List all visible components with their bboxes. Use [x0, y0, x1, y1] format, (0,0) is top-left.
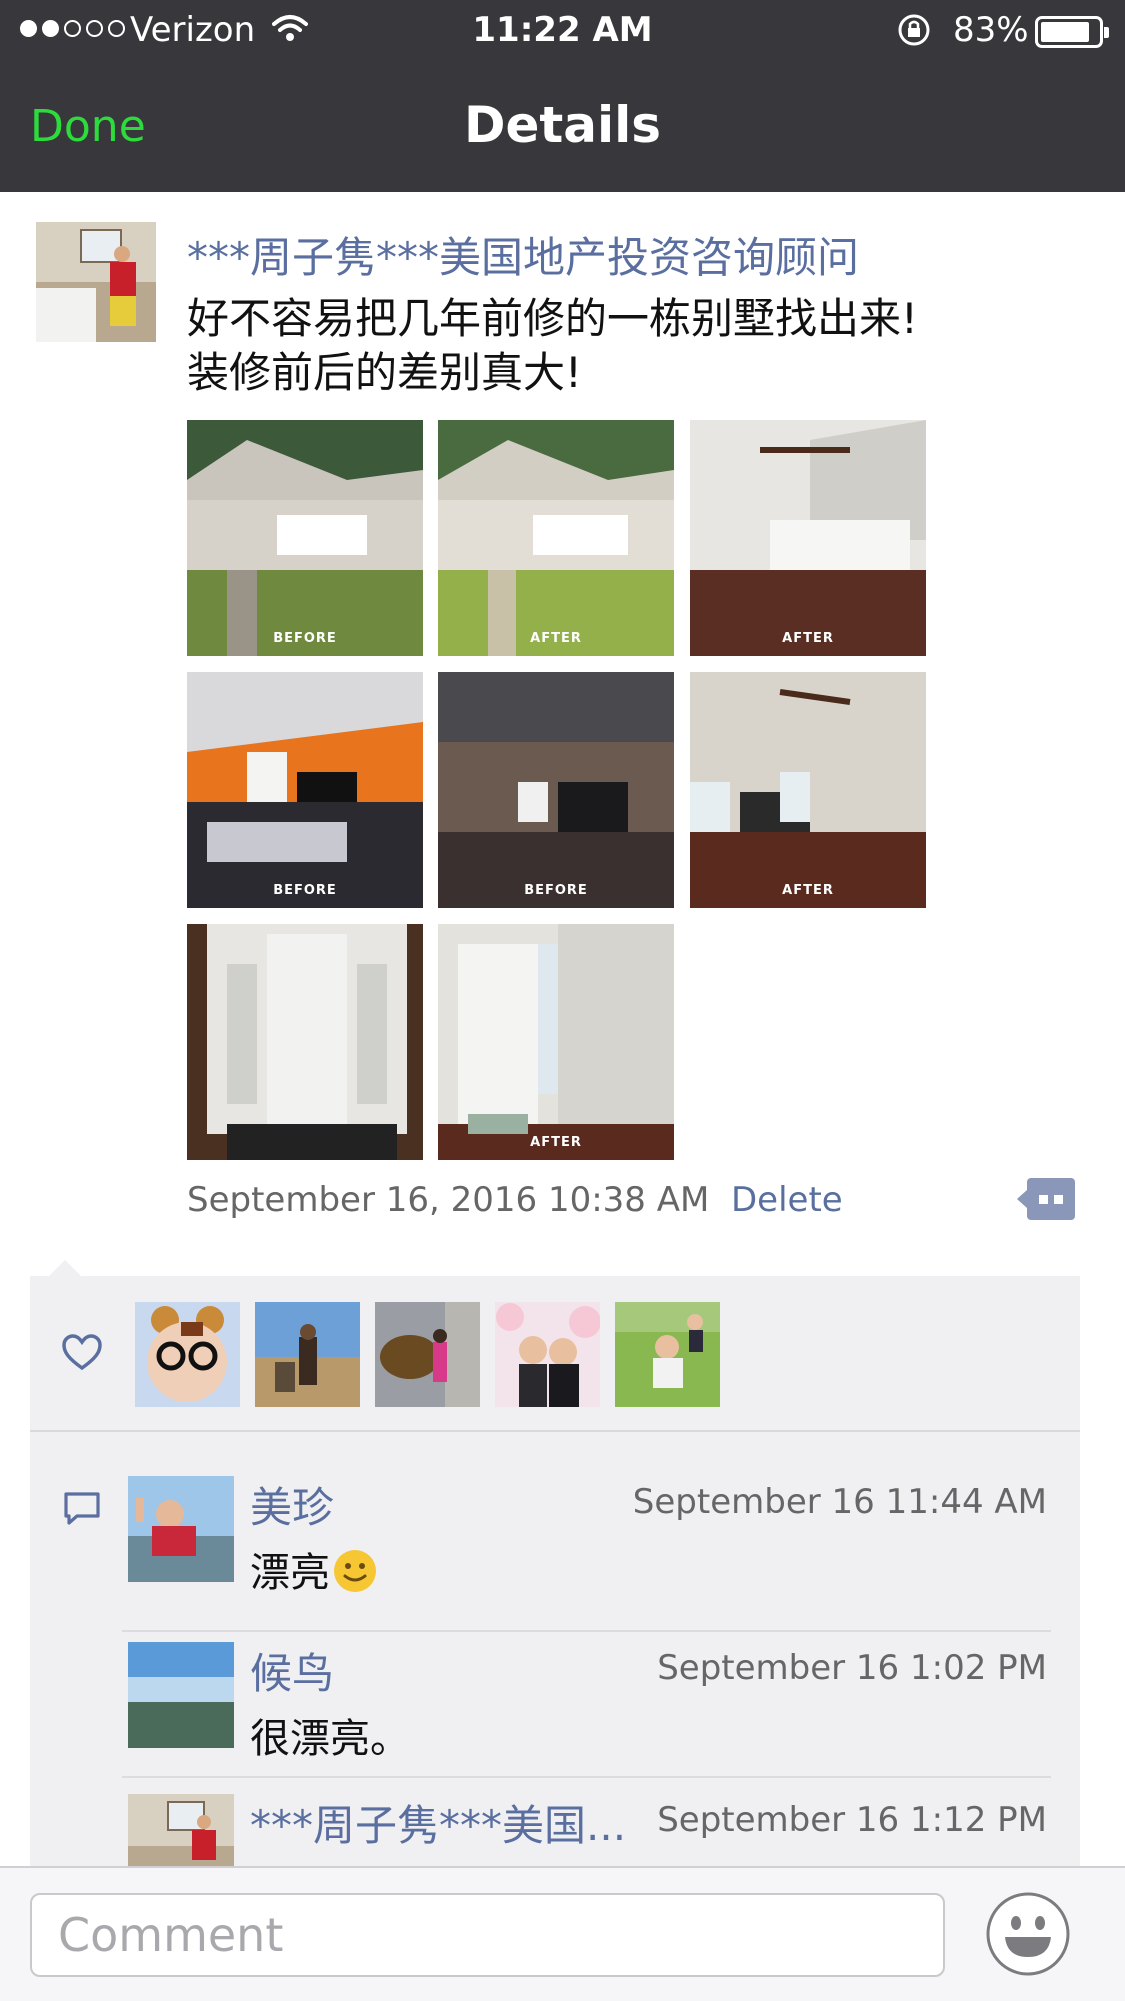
photo-thumbnail[interactable]: AFTER — [690, 420, 926, 656]
comment-text: 漂亮 — [250, 1540, 376, 1598]
comment-options-icon[interactable] — [1017, 1178, 1075, 1220]
commenter-name[interactable]: 候鸟 — [250, 1640, 334, 1701]
comment-text-content: 漂亮 — [250, 1550, 330, 1596]
post-author-name[interactable]: ***周子隽***美国地产投资咨询顾问 — [187, 224, 859, 285]
photo-thumbnail[interactable]: BEFORE — [187, 672, 423, 908]
photo-label: BEFORE — [273, 631, 337, 646]
liker-avatar[interactable] — [375, 1302, 480, 1407]
liker-avatar[interactable] — [135, 1302, 240, 1407]
photo-thumbnail[interactable]: AFTER — [690, 672, 926, 908]
commenter-avatar[interactable] — [128, 1476, 234, 1582]
post-timestamp: September 16, 2016 10:38 AM — [187, 1180, 710, 1220]
author-avatar[interactable] — [36, 222, 156, 342]
comment-bubble-icon — [64, 1492, 100, 1525]
photo-label: AFTER — [530, 631, 582, 646]
battery-icon — [1035, 16, 1109, 48]
photo-thumbnail[interactable]: BEFORE — [187, 420, 423, 656]
commenter-name[interactable]: ***周子隽***美国... — [250, 1792, 626, 1853]
heart-icon — [62, 1334, 102, 1371]
panel-pointer — [48, 1260, 82, 1277]
commenter-name[interactable]: 美珍 — [250, 1474, 334, 1535]
rotation-lock-icon — [898, 14, 930, 46]
divider — [122, 1776, 1051, 1778]
photo-label: AFTER — [782, 631, 834, 646]
navigation-bar: Verizon 11:22 AM 83% Done Details — [0, 0, 1125, 192]
comment-timestamp: September 16 1:02 PM — [657, 1648, 1047, 1688]
comment-timestamp: September 16 1:12 PM — [657, 1800, 1047, 1840]
page-title: Details — [463, 96, 662, 154]
photo-label: AFTER — [782, 883, 834, 898]
commenter-avatar[interactable] — [128, 1642, 234, 1748]
liker-avatar[interactable] — [495, 1302, 600, 1407]
photo-thumbnail[interactable]: AFTER — [438, 420, 674, 656]
delete-button[interactable]: Delete — [731, 1180, 843, 1220]
liker-avatar[interactable] — [615, 1302, 720, 1407]
comment-timestamp: September 16 11:44 AM — [632, 1482, 1047, 1522]
photo-thumbnail[interactable] — [187, 924, 423, 1160]
post-text: 好不容易把几年前修的一栋别墅找出来! 装修前后的差别真大! — [187, 292, 918, 400]
status-bar: Verizon 11:22 AM 83% — [0, 0, 1125, 64]
photo-label: AFTER — [530, 1135, 582, 1150]
smile-emoji-icon — [334, 1550, 376, 1592]
comment-text: 很漂亮。 — [250, 1716, 410, 1762]
divider — [30, 1430, 1080, 1432]
post-text-line: 好不容易把几年前修的一栋别墅找出来! — [187, 294, 918, 343]
emoji-button-icon[interactable] — [985, 1891, 1071, 1977]
photo-thumbnail[interactable]: BEFORE — [438, 672, 674, 908]
photo-thumbnail[interactable]: AFTER — [438, 924, 674, 1160]
divider — [122, 1630, 1051, 1632]
battery-percent: 83% — [953, 10, 1029, 50]
photo-label: BEFORE — [524, 883, 588, 898]
post-text-line: 装修前后的差别真大! — [187, 348, 582, 397]
liker-avatar[interactable] — [255, 1302, 360, 1407]
photo-label: BEFORE — [273, 883, 337, 898]
comment-input[interactable] — [30, 1893, 945, 1977]
